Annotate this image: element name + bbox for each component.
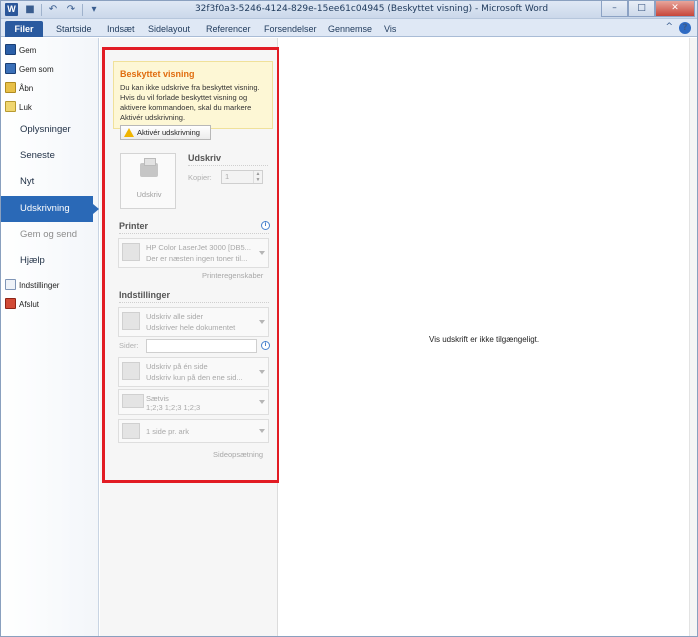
ribbon-tab-bar: Filer Startside Indsæt Sidelayout Refere…: [1, 19, 697, 37]
nav-exit-label: Afslut: [19, 299, 40, 309]
nav-options[interactable]: Indstillinger: [1, 276, 99, 294]
ribbon-right-controls: ^ ?: [665, 22, 691, 34]
tab-file[interactable]: Filer: [5, 21, 43, 37]
tab-home[interactable]: Startside: [56, 21, 92, 37]
nav-tab-new[interactable]: Nyt: [1, 169, 99, 195]
nav-close-label: Luk: [19, 102, 32, 112]
tab-page-layout[interactable]: Sidelayout: [148, 21, 190, 37]
exit-icon: [5, 298, 16, 309]
undo-icon[interactable]: ↶: [46, 3, 60, 17]
nav-tab-info[interactable]: Oplysninger: [1, 117, 99, 143]
preview-unavailable-message: Vis udskrift er ikke tilgængeligt.: [429, 335, 540, 344]
save-as-icon: [5, 63, 16, 74]
nav-tab-recent[interactable]: Seneste: [1, 143, 99, 169]
help-icon[interactable]: ?: [679, 22, 691, 34]
nav-open-label: Åbn: [19, 83, 34, 93]
highlight-box: [102, 47, 280, 483]
tab-view[interactable]: Vis: [384, 21, 396, 37]
word-window: W ■ ↶ ↷ ▾ 32f3f0a3-5246-4124-829e-15ee61…: [0, 0, 698, 637]
minimize-ribbon-icon[interactable]: ^: [665, 22, 673, 34]
options-icon: [5, 279, 16, 290]
title-bar: W ■ ↶ ↷ ▾ 32f3f0a3-5246-4124-829e-15ee61…: [1, 1, 697, 19]
redo-icon[interactable]: ↷: [64, 3, 78, 17]
maximize-button[interactable]: □: [628, 1, 655, 17]
window-controls: – □ ✕: [601, 1, 695, 17]
close-folder-icon: [5, 101, 16, 112]
nav-save-as-label: Gem som: [19, 64, 54, 74]
tab-references[interactable]: Referencer: [206, 21, 251, 37]
tab-review[interactable]: Gennemse: [328, 21, 372, 37]
vertical-scrollbar[interactable]: [689, 38, 697, 636]
qat-separator: [41, 4, 42, 16]
quick-access-toolbar: ■ ↶ ↷ ▾: [23, 2, 101, 18]
window-title: 32f3f0a3-5246-4124-829e-15ee61c04945 (Be…: [194, 4, 549, 14]
nav-close[interactable]: Luk: [1, 98, 99, 116]
nav-save[interactable]: Gem: [1, 41, 99, 59]
nav-tab-help[interactable]: Hjælp: [1, 248, 99, 274]
backstage-nav: Gem Gem som Åbn Luk Oplysninger Seneste …: [1, 38, 99, 636]
minimize-button[interactable]: –: [601, 1, 628, 17]
nav-tab-save-and-send[interactable]: Gem og send: [1, 222, 99, 248]
nav-open[interactable]: Åbn: [1, 79, 99, 97]
nav-tab-print[interactable]: Udskrivning: [1, 196, 99, 222]
nav-options-label: Indstillinger: [19, 280, 60, 290]
save-icon: [5, 44, 16, 55]
tab-insert[interactable]: Indsæt: [107, 21, 135, 37]
nav-exit[interactable]: Afslut: [1, 295, 99, 313]
nav-save-label: Gem: [19, 45, 37, 55]
qat-separator: [82, 4, 83, 16]
tab-mailings[interactable]: Forsendelser: [264, 21, 317, 37]
close-button[interactable]: ✕: [655, 1, 695, 17]
save-icon[interactable]: ■: [23, 3, 37, 17]
open-folder-icon: [5, 82, 16, 93]
word-app-icon[interactable]: W: [5, 3, 18, 16]
nav-save-as[interactable]: Gem som: [1, 60, 99, 78]
customize-qat-icon[interactable]: ▾: [87, 3, 101, 17]
